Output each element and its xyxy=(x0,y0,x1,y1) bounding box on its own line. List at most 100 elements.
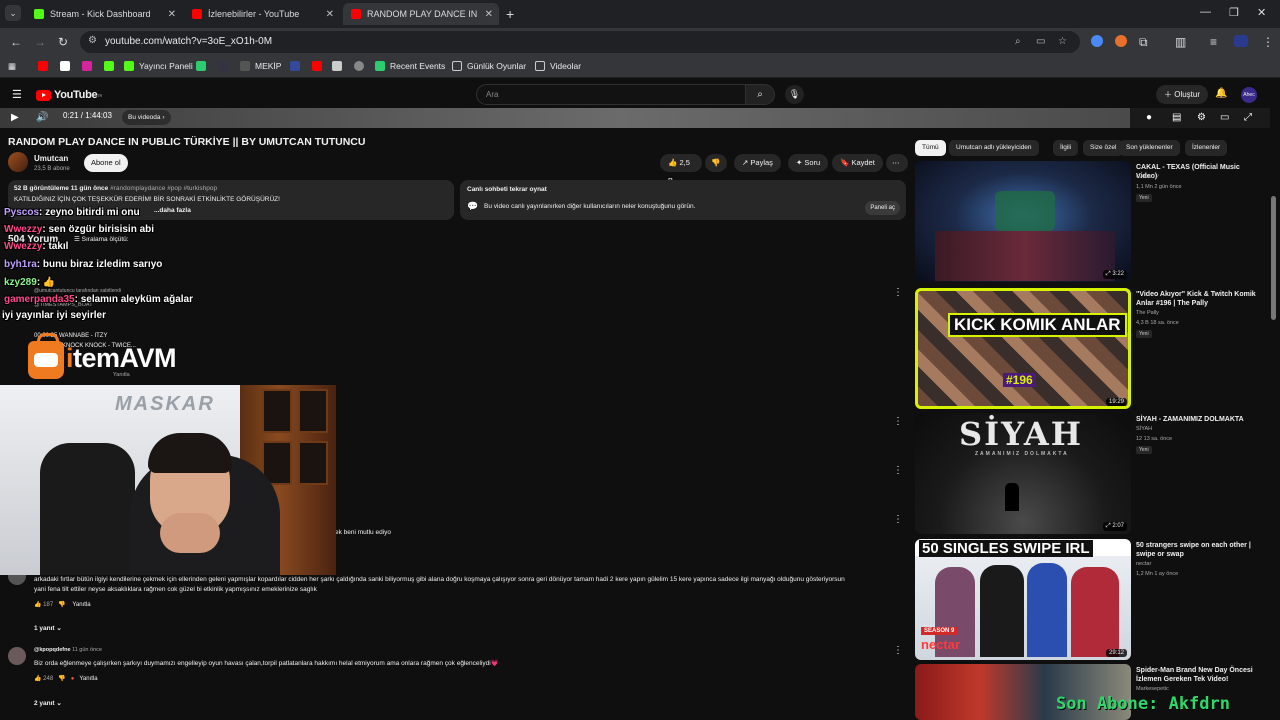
chip-related[interactable]: İlgili xyxy=(1053,140,1079,156)
tab-random-play-dance[interactable]: RANDOM PLAY DANCE IN ✕ xyxy=(343,3,499,25)
channel-name[interactable]: Markesepetic xyxy=(1136,686,1169,692)
bookmark-gunluk-oyunlar[interactable]: Günlük Oyunlar xyxy=(452,61,526,71)
comment-more-icon[interactable]: ⋮ xyxy=(893,645,903,656)
channel-avatar[interactable] xyxy=(8,152,28,172)
thumbs-up-icon[interactable]: 👍 xyxy=(34,676,41,682)
reload-icon[interactable]: ↻ xyxy=(58,35,68,49)
sidepanel-icon[interactable]: ▥ xyxy=(1175,35,1186,49)
create-button[interactable]: ＋ Oluştur xyxy=(1156,85,1209,104)
bookmark-videolar[interactable]: Videolar xyxy=(535,61,581,71)
channel-name[interactable]: SİYAH xyxy=(1136,426,1152,432)
comment-more-icon[interactable]: ⋮ xyxy=(893,514,903,525)
video-thumbnail[interactable] xyxy=(915,161,1131,282)
channel-name[interactable]: Umutcan xyxy=(34,154,68,163)
video-thumbnail[interactable]: 50 SINGLES SWIPE IRL SEASON 9 nectar xyxy=(915,539,1131,660)
close-icon[interactable]: ✕ xyxy=(485,9,493,20)
sort-button[interactable]: ☰ Sıralama ölçütü: xyxy=(74,235,129,243)
ask-button[interactable]: ✦ Soru xyxy=(788,154,829,172)
avatar[interactable]: Ahec xyxy=(1241,87,1257,103)
settings-gear-icon[interactable]: ⚙ xyxy=(1197,112,1206,123)
extension-icon[interactable] xyxy=(1091,35,1103,47)
fullscreen-icon[interactable]: ⤢ xyxy=(1244,112,1252,123)
chip-for-you[interactable]: Size özel xyxy=(1083,140,1124,156)
reading-list-icon[interactable]: ≡ xyxy=(1210,35,1217,49)
youtube-logo[interactable]: YouTube TR xyxy=(36,89,102,101)
subtitles-icon[interactable]: ▤ xyxy=(1172,112,1181,123)
new-tab-button[interactable]: + xyxy=(506,6,514,22)
address-bar[interactable]: ⚙ youtube.com/watch?v=3oE_xO1h-0M ⌕ ▭ ☆ xyxy=(80,31,1080,53)
bookmark-kick[interactable] xyxy=(104,61,119,71)
bookmark-ext[interactable] xyxy=(312,61,327,71)
comment-author[interactable]: @kpopqdefne xyxy=(34,647,71,653)
close-icon[interactable]: ✕ xyxy=(168,9,176,20)
chip-watched[interactable]: İzlenenler xyxy=(1185,140,1228,156)
avatar[interactable] xyxy=(8,647,26,665)
recommended-video[interactable]: ⤢ 3:22 CAKAL - TEXAS (Official Music Vid… xyxy=(915,161,1275,283)
more-actions-button[interactable]: ⋯ xyxy=(886,154,908,172)
thumbs-up-icon[interactable]: 👍 xyxy=(34,602,41,608)
thumbs-down-icon[interactable]: 👎 xyxy=(58,676,65,682)
autoplay-toggle-icon[interactable]: ● xyxy=(1146,112,1152,123)
extension-icon[interactable] xyxy=(1115,35,1127,47)
bookmark-mekip[interactable]: MEKİP xyxy=(240,61,281,71)
recommended-video[interactable]: KICK KOMIK ANLAR #196 19:29 "Video Akıyo… xyxy=(915,288,1275,410)
chapter-button[interactable]: Bu videoda › xyxy=(122,110,171,125)
search-button[interactable]: ⌕ xyxy=(745,84,775,105)
volume-icon[interactable]: 🔊 xyxy=(36,112,48,123)
dislike-button[interactable]: 👎 xyxy=(705,154,727,172)
maximize-icon[interactable]: ❐ xyxy=(1229,6,1239,19)
reply-button[interactable]: Yanıtla xyxy=(79,676,97,682)
bookmark-ext[interactable] xyxy=(354,61,369,71)
close-icon[interactable]: ✕ xyxy=(326,9,334,20)
bookmark-instagram[interactable] xyxy=(82,61,97,71)
open-panel-button[interactable]: Paneli aç xyxy=(865,201,900,215)
bookmark-ext[interactable] xyxy=(196,61,211,71)
bookmark-star-icon[interactable]: ☆ xyxy=(1058,36,1067,47)
channel-name[interactable]: nectar xyxy=(1136,561,1151,567)
recommended-video[interactable]: SİYAH ZAMANIMIZ DOLMAKTA ⤢ 2:07 SİYAH - … xyxy=(915,413,1275,535)
reply-button[interactable]: Yanıtla xyxy=(72,602,90,608)
back-icon[interactable]: ← xyxy=(10,35,22,49)
recommended-video[interactable]: 50 SINGLES SWIPE IRL SEASON 9 nectar 29:… xyxy=(915,539,1275,661)
show-replies-button[interactable]: 1 yanıt ⌄ xyxy=(34,624,62,632)
scrollbar[interactable] xyxy=(1271,196,1276,320)
subscribe-button[interactable]: Abone ol xyxy=(84,154,128,172)
menu-kebab-icon[interactable]: ⋮ xyxy=(1262,35,1274,49)
extensions-puzzle-icon[interactable]: ⧉ xyxy=(1139,35,1148,50)
share-button[interactable]: ↗ Paylaş xyxy=(734,154,781,172)
tab-youtube-watchlist[interactable]: İzlenebilirler - YouTube ✕ xyxy=(184,3,340,25)
like-button[interactable]: 👍 2,5 B xyxy=(660,154,702,185)
bookmark-ext[interactable] xyxy=(290,61,305,71)
comment-more-icon[interactable]: ⋮ xyxy=(893,287,903,298)
close-window-icon[interactable]: ✕ xyxy=(1257,6,1266,19)
play-icon[interactable]: ▶ xyxy=(11,112,19,123)
save-button[interactable]: 🔖 Kaydet xyxy=(832,154,883,172)
zoom-icon[interactable]: ⌕ xyxy=(1015,36,1021,47)
forward-icon[interactable]: → xyxy=(34,35,46,49)
thumbs-down-icon[interactable]: 👎 xyxy=(58,602,65,608)
show-more-link[interactable]: ...daha fazla xyxy=(154,207,191,214)
video-thumbnail[interactable]: KICK KOMIK ANLAR #196 xyxy=(915,288,1131,409)
cast-icon[interactable]: ▭ xyxy=(1036,36,1045,47)
comment-more-icon[interactable]: ⋮ xyxy=(893,416,903,427)
bell-icon[interactable]: 🔔 xyxy=(1215,88,1227,99)
miniplayer-icon[interactable]: ▭ xyxy=(1220,112,1229,123)
minimize-icon[interactable]: — xyxy=(1200,6,1211,18)
mic-button[interactable]: 🎙 xyxy=(785,85,804,104)
bookmark-recent-events[interactable]: Recent Events xyxy=(375,61,445,71)
hashtags[interactable]: #randomplaydance #pop #turkishpop xyxy=(110,185,217,192)
video-thumbnail[interactable]: SİYAH ZAMANIMIZ DOLMAKTA xyxy=(915,413,1131,534)
bookmark-yayinci-paneli[interactable]: Yayıncı Paneli xyxy=(124,61,193,71)
channel-name[interactable]: The Pally xyxy=(1136,310,1159,316)
bookmark-x[interactable] xyxy=(60,61,75,71)
chip-recent[interactable]: Son yüklenenler xyxy=(1119,140,1180,156)
chip-all[interactable]: Tümü xyxy=(915,140,946,156)
show-replies-button[interactable]: 2 yanıt ⌄ xyxy=(34,699,62,707)
comment-more-icon[interactable]: ⋮ xyxy=(893,465,903,476)
bookmark-youtube[interactable] xyxy=(38,61,53,71)
profile-icon[interactable] xyxy=(1234,35,1248,47)
search-input[interactable]: Ara xyxy=(476,84,746,105)
chip-uploader[interactable]: Umutcan adlı yükleyiciden xyxy=(949,140,1039,156)
tab-search-button[interactable]: ⌄ xyxy=(5,5,21,21)
site-info-icon[interactable]: ⚙ xyxy=(88,35,97,46)
